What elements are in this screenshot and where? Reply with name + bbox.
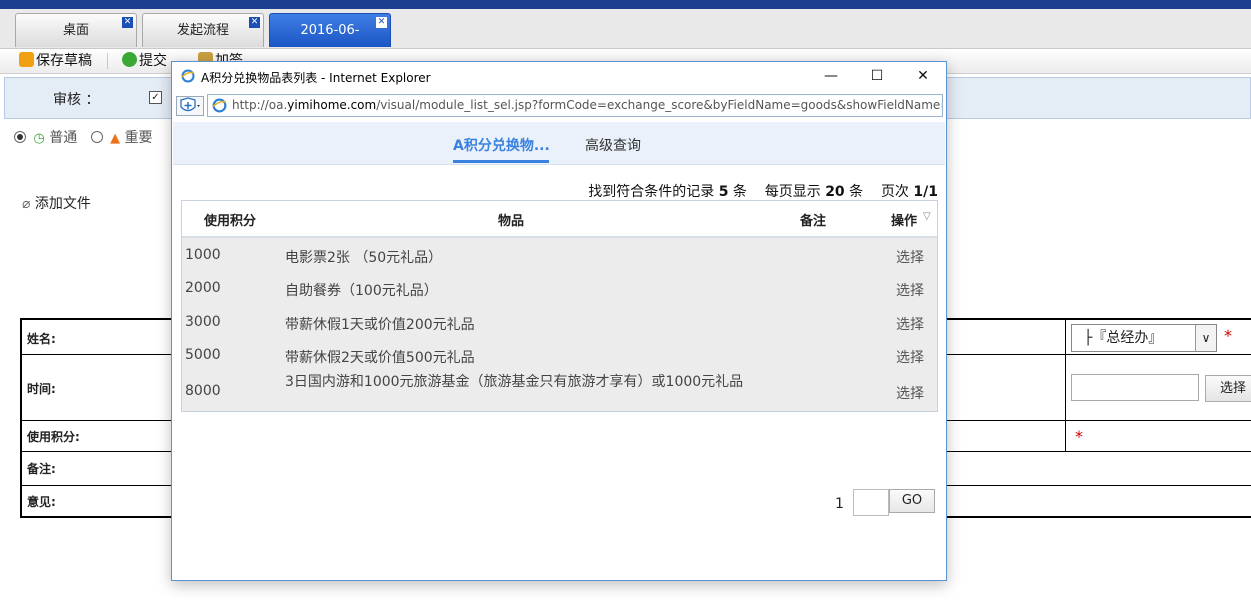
- cell-points: 1000: [185, 247, 221, 263]
- submit-button[interactable]: 提交: [122, 52, 167, 70]
- review-checkbox[interactable]: ✓: [149, 91, 162, 104]
- select-link[interactable]: 选择: [896, 247, 924, 267]
- tab-close-icon[interactable]: ✕: [249, 17, 260, 28]
- select-link[interactable]: 选择: [896, 347, 924, 367]
- cell-item: 自助餐券（100元礼品）: [285, 283, 438, 299]
- cell-item: 带薪休假1天或价值200元礼品: [285, 317, 475, 333]
- tab-current-flow[interactable]: 2016-06- ✕: [269, 13, 391, 47]
- column-header-action[interactable]: 操作: [891, 210, 917, 229]
- add-file-label: 添加文件: [34, 196, 91, 212]
- department-select-value: ├『总经办』: [1084, 330, 1163, 346]
- check-icon: [122, 52, 137, 67]
- add-file-link[interactable]: ⌀ 添加文件: [22, 193, 91, 213]
- priority-normal-radio[interactable]: [14, 131, 26, 143]
- tab-start-flow[interactable]: 发起流程 ✕: [142, 13, 264, 47]
- table-header: 使用积分 物品 备注 操作 ▽: [182, 201, 937, 238]
- save-draft-button[interactable]: 保存草稿: [19, 52, 92, 70]
- url-field[interactable]: http://oa.yimihome.com/visual/module_lis…: [207, 94, 943, 117]
- tab-current-flow-label: 2016-06-: [300, 23, 360, 38]
- submit-label: 提交: [139, 53, 167, 69]
- warning-icon: ▲: [110, 131, 121, 146]
- tab-start-flow-label: 发起流程: [176, 23, 229, 38]
- popup-title: A积分兑换物品表列表 - Internet Explorer: [201, 71, 431, 85]
- ie-page-icon: [212, 98, 227, 113]
- popup-tabs: A积分兑换物... 高级查询: [173, 122, 945, 165]
- column-header-item[interactable]: 物品: [498, 210, 524, 229]
- priority-important-radio[interactable]: [90, 131, 103, 143]
- select-link[interactable]: 选择: [896, 314, 924, 334]
- address-bar: http://oa.yimihome.com/visual/module_lis…: [172, 91, 946, 121]
- time-input[interactable]: [1071, 374, 1199, 401]
- review-label: 审核 ：: [53, 92, 100, 108]
- time-label: 时间:: [27, 382, 56, 396]
- table-row: 3000 带薪休假1天或价值200元礼品 选择: [182, 304, 937, 338]
- table-row: 2000 自助餐券（100元礼品） 选择: [182, 271, 937, 304]
- close-button[interactable]: ✕: [900, 62, 946, 91]
- select-link[interactable]: 选择: [896, 383, 924, 403]
- table-row: 8000 3日国内游和1000元旅游基金（旅游基金只有旅游才享有）或1000元礼…: [182, 371, 937, 411]
- cell-points: 8000: [185, 383, 221, 399]
- pager: 1 GO: [173, 489, 945, 517]
- current-page: 1: [835, 496, 844, 512]
- items-table: 使用积分 物品 备注 操作 ▽ 1000 电影票2张 （50元礼品） 选择 20…: [181, 200, 938, 412]
- cell-points: 5000: [185, 347, 221, 363]
- table-row: 5000 带薪休假2天或价值500元礼品 选择: [182, 338, 937, 371]
- tab-bar: 桌面 ✕ 发起流程 ✕ 2016-06- ✕: [0, 9, 1251, 49]
- points-label: 使用积分:: [27, 430, 80, 444]
- table-body: 1000 电影票2张 （50元礼品） 选择 2000 自助餐券（100元礼品） …: [182, 238, 937, 411]
- tab-desktop[interactable]: 桌面 ✕: [15, 13, 137, 47]
- favorites-button[interactable]: [176, 96, 204, 116]
- tab-item-list[interactable]: A积分兑换物...: [453, 135, 550, 155]
- cell-item: 带薪休假2天或价值500元礼品: [285, 350, 475, 366]
- tab-close-icon[interactable]: ✕: [122, 17, 133, 28]
- department-select[interactable]: ├『总经办』 ∨: [1071, 324, 1217, 352]
- popup-title-bar: A积分兑换物品表列表 - Internet Explorer — ☐ ✕: [172, 62, 946, 91]
- select-time-button[interactable]: 选择: [1205, 375, 1251, 402]
- chevron-down-icon: ∨: [1195, 325, 1216, 351]
- shield-plus-icon: [180, 97, 200, 112]
- tab-desktop-label: 桌面: [62, 23, 89, 38]
- record-info: 找到符合条件的记录 5 条 每页显示 20 条 页次 1/1: [588, 184, 938, 200]
- cell-item: 电影票2张 （50元礼品）: [285, 250, 443, 266]
- tab-close-icon[interactable]: ✕: [376, 17, 387, 28]
- column-header-points[interactable]: 使用积分: [204, 210, 256, 229]
- maximize-button[interactable]: ☐: [854, 62, 900, 91]
- ie-logo-icon: [181, 69, 195, 83]
- remark-label: 备注:: [27, 462, 56, 476]
- url-text: http://oa.yimihome.com/visual/module_lis…: [232, 98, 943, 112]
- select-link[interactable]: 选择: [896, 280, 924, 300]
- toolbar-divider: [107, 53, 108, 69]
- save-icon: [19, 52, 34, 67]
- minimize-button[interactable]: —: [808, 62, 854, 91]
- opinion-label: 意见:: [27, 495, 56, 509]
- ie-popup-window: A积分兑换物品表列表 - Internet Explorer — ☐ ✕ htt…: [171, 61, 947, 581]
- name-label: 姓名:: [27, 332, 56, 346]
- selected-tab-underline: [453, 160, 549, 163]
- cell-points: 2000: [185, 280, 221, 296]
- column-header-remark[interactable]: 备注: [800, 210, 826, 229]
- form-column-divider: [1065, 320, 1066, 452]
- priority-row: ◷ 普通 ▲ 重要: [14, 127, 153, 149]
- cell-item: 3日国内游和1000元旅游基金（旅游基金只有旅游才享有）或1000元礼品: [285, 374, 744, 390]
- priority-normal-label: 普通: [49, 130, 78, 146]
- popup-content: A积分兑换物... 高级查询 找到符合条件的记录 5 条 每页显示 20 条 页…: [173, 122, 945, 580]
- page-input[interactable]: [853, 489, 889, 516]
- sort-icon[interactable]: ▽: [923, 211, 931, 222]
- go-button[interactable]: GO: [889, 489, 935, 513]
- table-row: 1000 电影票2张 （50元礼品） 选择: [182, 238, 937, 271]
- required-mark: *: [1224, 326, 1232, 345]
- required-mark: *: [1075, 427, 1083, 446]
- priority-important-label: 重要: [124, 130, 153, 146]
- clock-icon: ◷: [33, 131, 45, 146]
- paperclip-icon: ⌀: [22, 196, 31, 212]
- top-banner-strip: [0, 0, 1251, 9]
- tab-advanced-search[interactable]: 高级查询: [585, 135, 641, 155]
- cell-points: 3000: [185, 314, 221, 330]
- save-draft-label: 保存草稿: [36, 53, 92, 69]
